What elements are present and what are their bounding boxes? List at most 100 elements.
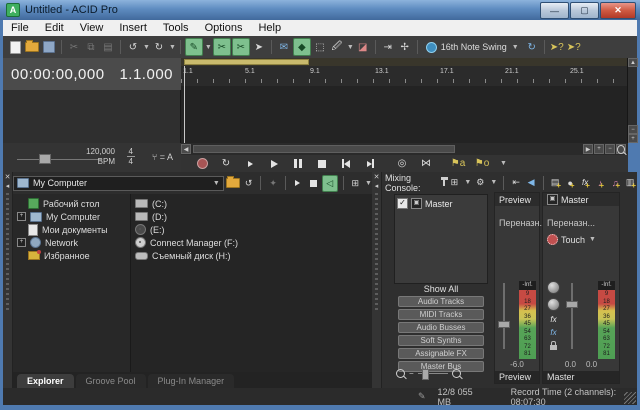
aux-knob[interactable] [547, 298, 560, 311]
menu-insert[interactable]: Insert [111, 22, 155, 34]
loop-region[interactable] [184, 59, 309, 65]
tree-item-favorites[interactable]: Избранное [13, 249, 130, 262]
record-button[interactable] [195, 157, 209, 170]
play-button[interactable] [267, 157, 281, 170]
dock-grip[interactable] [6, 193, 9, 313]
stop-button[interactable] [315, 157, 329, 170]
pointer-tool-button[interactable]: ➤ [251, 39, 267, 55]
horizontal-scroll-thumb[interactable] [193, 145, 455, 153]
loop-playback-button[interactable]: ↻ [219, 157, 233, 170]
copy-button[interactable]: ⧉ [83, 39, 99, 55]
tab-groove-pool[interactable]: Groove Pool [76, 374, 146, 388]
pin-icon[interactable] [443, 179, 446, 186]
tab-explorer[interactable]: Explorer [17, 374, 74, 388]
file-item-f-drive[interactable]: Connect Manager (F:) [131, 236, 372, 249]
interactive-tutorials-button[interactable]: ➤? [566, 39, 582, 55]
address-select[interactable]: My Computer ▼ [13, 176, 224, 191]
swing-preset-dropdown[interactable]: ▼ [512, 44, 519, 51]
pencil-tool-button[interactable]: 🖉 [329, 39, 345, 55]
tree-item-my-documents[interactable]: Мои документы [13, 223, 130, 236]
save-button[interactable] [41, 39, 57, 55]
pan-knob[interactable] [547, 281, 560, 294]
lock-icon[interactable] [550, 345, 557, 350]
selection-tool-button[interactable]: ⬚ [312, 39, 328, 55]
explorer-collapse-button[interactable]: ◂ [3, 181, 12, 190]
filter-audio-tracks-button[interactable]: Audio Tracks [398, 296, 484, 307]
draw-tool-dropdown[interactable]: ▼ [205, 44, 212, 51]
split-tool-button[interactable]: ✂ [232, 38, 250, 56]
envelope-tool-button[interactable]: ✉ [276, 39, 292, 55]
undo-button[interactable]: ↺ [125, 39, 141, 55]
timeline-vertical-scrollbar[interactable]: ▲ − + [627, 58, 637, 143]
track-list-pane[interactable] [3, 90, 181, 143]
maximize-button[interactable]: ▢ [570, 2, 599, 19]
event-clip-button[interactable]: ⋈ [419, 157, 433, 170]
mixer-settings-button[interactable]: ⚙ [474, 176, 486, 189]
insert-marker-button[interactable]: ⚑a [451, 157, 465, 170]
swing-reset-button[interactable]: ↻ [524, 39, 540, 55]
channel-checkbox[interactable]: ✓ [397, 198, 408, 209]
automation-mode-select[interactable]: Touch ▼ [543, 228, 619, 245]
master-assign-label[interactable]: Переназн... [543, 206, 619, 228]
pause-button[interactable] [291, 157, 305, 170]
filter-assignable-fx-button[interactable]: Assignable FX [398, 348, 484, 359]
fx-automation-button[interactable]: fx [550, 328, 556, 337]
time-display[interactable]: 00:00:00,000 1.1.000 [3, 58, 181, 90]
timeline-horizontal-scrollbar[interactable]: ◀ ▶ + − [181, 143, 628, 155]
file-item-h-drive[interactable]: Съемный диск (H:) [131, 249, 372, 262]
tab-plug-in-manager[interactable]: Plug-In Manager [148, 374, 235, 388]
tree-item-desktop[interactable]: Рабочий стол [13, 197, 130, 210]
audio-device-button[interactable]: ◀ [525, 176, 537, 189]
pencil-tool-dropdown[interactable]: ▼ [347, 44, 354, 51]
preview-stop-button[interactable] [306, 176, 320, 191]
expander-icon[interactable]: + [17, 238, 26, 247]
paint-tool-button[interactable]: ◆ [293, 38, 311, 56]
vertical-zoom-in-button[interactable]: + [628, 134, 638, 143]
playhead-cursor[interactable] [184, 86, 185, 143]
swing-preset-select[interactable]: 16th Note Swing ▼ [422, 39, 523, 55]
filter-audio-busses-button[interactable]: Audio Busses [398, 322, 484, 333]
erase-tool-button[interactable]: ✂ [213, 38, 231, 56]
master-fader[interactable] [566, 301, 578, 308]
mixer-views-dropdown[interactable]: ▼ [464, 179, 471, 186]
center-view-button[interactable]: ✢ [397, 39, 413, 55]
zoom-out-icon[interactable] [396, 369, 405, 378]
mixer-collapse-button[interactable]: ◂ [372, 181, 381, 190]
zoom-tool-button[interactable] [616, 144, 626, 154]
add-folder-button[interactable] [226, 176, 240, 191]
go-to-start-button[interactable] [339, 157, 353, 170]
preview-assign-label[interactable]: Переназн... [495, 206, 539, 228]
event-tool-button[interactable]: ⇥ [380, 39, 396, 55]
marker-dropdown[interactable]: ▼ [500, 160, 507, 167]
tempo-slider[interactable] [39, 154, 51, 164]
file-item-e-drive[interactable]: (E:) [131, 223, 372, 236]
resize-grip[interactable] [624, 392, 636, 404]
vertical-zoom-out-button[interactable]: − [628, 125, 638, 134]
scroll-left-button[interactable]: ◀ [181, 144, 191, 154]
insert-assignable-fx-button[interactable]: ♫+ [610, 176, 622, 189]
zoom-in-icon[interactable] [452, 369, 461, 378]
menu-tools[interactable]: Tools [155, 22, 197, 34]
tree-item-my-computer[interactable]: + My Computer [13, 210, 130, 223]
expander-icon[interactable]: + [17, 212, 26, 221]
filter-soft-synths-button[interactable]: Soft Synths [398, 335, 484, 346]
play-from-start-button[interactable] [243, 157, 257, 170]
mixer-dock-handle[interactable]: ✕ ◂ [372, 172, 382, 388]
filter-midi-tracks-button[interactable]: MIDI Tracks [398, 309, 484, 320]
scroll-up-button[interactable]: ▲ [628, 58, 638, 67]
timeline-ruler[interactable]: 1.1 5.1 9.1 13.1 17.1 21.1 25.1 [181, 58, 628, 86]
mixer-close-button[interactable]: ✕ [372, 172, 381, 181]
menu-options[interactable]: Options [197, 22, 251, 34]
mixer-settings-dropdown[interactable]: ▼ [490, 179, 497, 186]
insert-region-button[interactable]: ⚑o [475, 157, 489, 170]
insert-fx-button[interactable]: fx+ [580, 176, 592, 189]
refresh-button[interactable]: ↺ [242, 176, 256, 191]
mixer-zoom-slider[interactable] [422, 369, 429, 380]
extract-audio-button[interactable]: ✦ [266, 176, 280, 191]
undo-dropdown[interactable]: ▼ [143, 44, 150, 51]
bpm-value[interactable]: 120,000 [86, 147, 115, 157]
auto-preview-button[interactable]: ◁ [322, 175, 338, 192]
explorer-dock-handle[interactable]: ✕ ◂ [3, 172, 13, 388]
minimize-button[interactable]: — [540, 2, 569, 19]
eraser-tool-button[interactable]: ◪ [355, 39, 371, 55]
